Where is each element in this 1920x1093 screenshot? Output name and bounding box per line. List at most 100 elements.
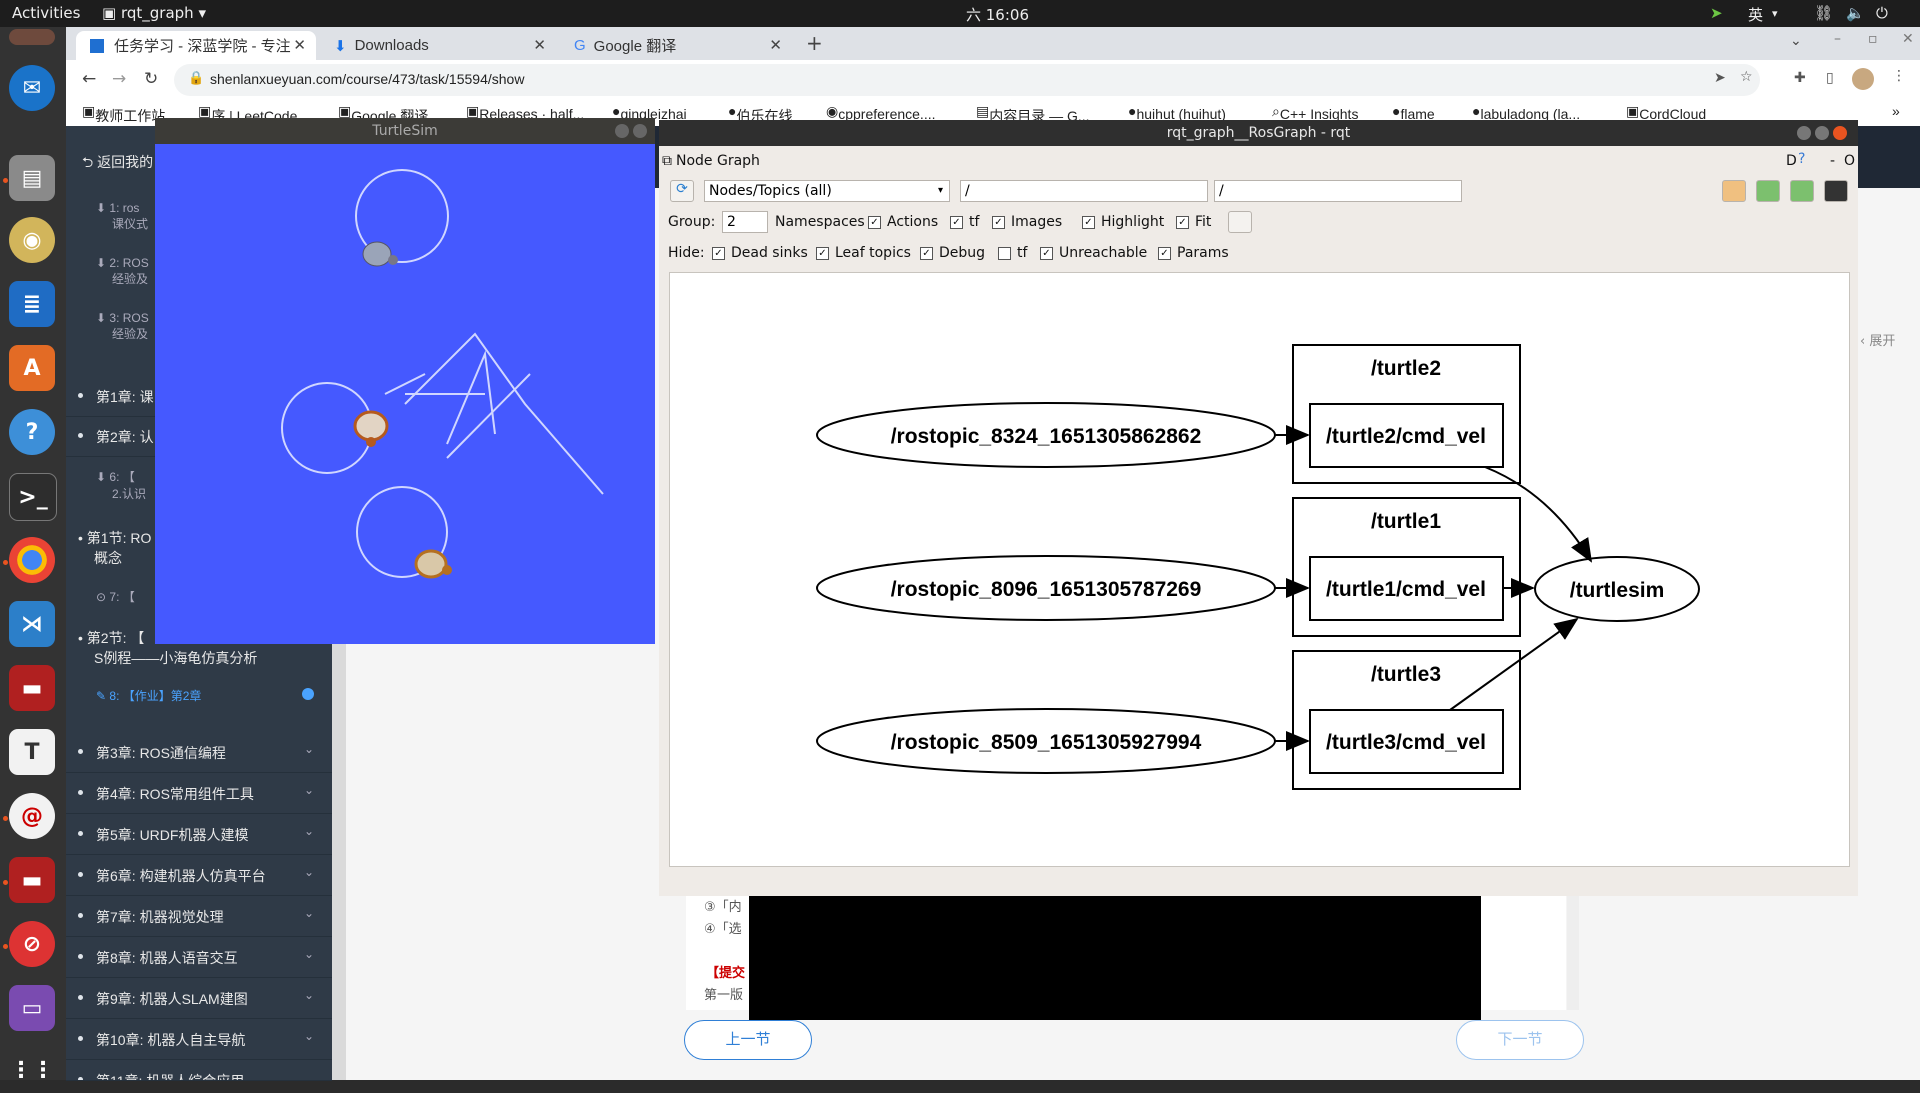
dock-chrome-icon[interactable]	[9, 537, 55, 583]
graph-mode-select[interactable]: Nodes/Topics (all) ▾	[704, 180, 950, 202]
chapter-item[interactable]: 第11章: 机器人综合应用	[66, 1060, 332, 1081]
bookmark-star-icon[interactable]: ☆	[1740, 69, 1753, 85]
chapter-item[interactable]: 第7章: 机器视觉处理 ⌄	[66, 896, 332, 937]
panel-dock-button[interactable]: D	[1786, 153, 1797, 169]
save-dot-icon[interactable]	[1756, 180, 1780, 202]
dock-app-red2-icon[interactable]: ▬	[9, 857, 55, 903]
bookmark-item[interactable]: ● labuladong (la...	[1472, 103, 1580, 122]
next-lesson-button[interactable]: 下一节	[1456, 1020, 1584, 1060]
dock-firefox-icon[interactable]	[9, 29, 55, 45]
power-icon[interactable]: ⏻	[1876, 4, 1888, 22]
expand-link[interactable]: ‹ 展开	[1860, 330, 1895, 349]
bookmark-item[interactable]: ● qingleizhai	[612, 103, 687, 122]
close-tab-icon[interactable]: ✕	[769, 36, 782, 54]
minimize-button[interactable]: –	[1834, 31, 1841, 47]
dock-remote-icon[interactable]: ▭	[9, 985, 55, 1031]
params-checkbox[interactable]: ✓ Params	[1158, 245, 1229, 261]
bookmark-item[interactable]: ▣ CordCloud	[1626, 103, 1706, 122]
bookmark-item[interactable]: ⌕ C++ Insights	[1272, 103, 1358, 122]
bookmark-item[interactable]: ▤ 内容目录 — G...	[976, 103, 1090, 124]
rqt-close-button[interactable]	[1833, 126, 1847, 140]
dock-help-icon[interactable]: ?	[9, 409, 55, 455]
network-icon[interactable]: ⛓	[1814, 4, 1833, 22]
forward-arrow-icon[interactable]: →	[112, 69, 126, 89]
images-checkbox[interactable]: ✓ Images	[992, 214, 1062, 230]
app-menu[interactable]: ▣ rqt_graph ▾	[102, 4, 206, 22]
lesson-item[interactable]: ⬇ 2: ROS 经验及	[96, 256, 149, 287]
node-filter-input[interactable]: /	[960, 180, 1208, 202]
back-link[interactable]: ⮌ 返回我的	[82, 152, 153, 176]
dock-app-block-icon[interactable]: ⊘	[9, 921, 55, 967]
send-icon[interactable]: ➤	[1710, 4, 1723, 22]
refresh-graph-icon[interactable]: ⟳	[670, 180, 694, 202]
share-icon[interactable]: ➤	[1714, 70, 1726, 86]
input-method[interactable]: 英	[1748, 4, 1763, 25]
close-tab-icon[interactable]: ✕	[293, 36, 306, 54]
chapter-item[interactable]: 第8章: 机器人语音交互 ⌄	[66, 937, 332, 978]
dead-sinks-checkbox[interactable]: ✓ Dead sinks	[712, 245, 808, 261]
turtlesim-minimize-button[interactable]	[615, 124, 629, 138]
sidepanel-icon[interactable]: ▯	[1826, 70, 1834, 86]
prev-lesson-button[interactable]: 上一节	[684, 1020, 812, 1060]
activities-button[interactable]: Activities	[12, 4, 80, 22]
chapter-item[interactable]: 第6章: 构建机器人仿真平台 ⌄	[66, 855, 332, 896]
save-svg-icon[interactable]	[1790, 180, 1814, 202]
bookmarks-overflow-icon[interactable]: »	[1892, 103, 1900, 119]
rqt-titlebar[interactable]: rqt_graph__RosGraph - rqt	[659, 120, 1858, 146]
turtlesim-close-button[interactable]	[633, 124, 647, 138]
volume-icon[interactable]: 🔈	[1846, 4, 1865, 22]
dock-typora-icon[interactable]: T	[9, 729, 55, 775]
chapter-item[interactable]: 第9章: 机器人SLAM建图 ⌄	[66, 978, 332, 1019]
maximize-button[interactable]: ▫	[1868, 31, 1878, 47]
close-window-button[interactable]: ✕	[1902, 31, 1914, 47]
chapter-item[interactable]: 第10章: 机器人自主导航 ⌄	[66, 1019, 332, 1060]
dock-thunderbird-icon[interactable]: ✉	[9, 65, 55, 111]
load-dot-icon[interactable]	[1722, 180, 1746, 202]
panel-close-icon[interactable]: O	[1844, 153, 1855, 169]
tab-search-icon[interactable]: ⌄	[1790, 33, 1802, 49]
section-item[interactable]: • 第1节: RO 概念	[78, 528, 151, 568]
bookmark-item[interactable]: ● 伯乐在线	[728, 103, 792, 124]
dock-vscode-icon[interactable]: ⋊	[9, 601, 55, 647]
dock-apps-grid-icon[interactable]: ⋮⋮	[9, 1047, 55, 1093]
tf-checkbox[interactable]: ✓ tf	[950, 214, 979, 230]
hide-tf-checkbox[interactable]: tf	[998, 245, 1027, 261]
menu-kebab-icon[interactable]: ⋮	[1892, 68, 1906, 84]
extensions-icon[interactable]: ✚	[1794, 70, 1806, 86]
profile-avatar[interactable]	[1852, 68, 1874, 90]
dock-files-icon[interactable]: ▤	[9, 155, 55, 201]
save-image-icon[interactable]	[1824, 180, 1848, 202]
new-tab-button[interactable]: +	[806, 31, 823, 55]
tab-downloads[interactable]: ⬇ Downloads ✕	[320, 31, 556, 60]
chapter-item[interactable]: 第3章: ROS通信编程 ⌄	[66, 732, 332, 773]
topic-filter-input[interactable]: /	[1214, 180, 1462, 202]
unreachable-checkbox[interactable]: ✓ Unreachable	[1040, 245, 1147, 261]
dock-writer-icon[interactable]: ≣	[9, 281, 55, 327]
lesson-item-active[interactable]: ✎ 8: 【作业】第2章	[96, 687, 201, 704]
bookmark-item[interactable]: ● flame	[1392, 103, 1435, 122]
rqt-minimize-button[interactable]	[1797, 126, 1811, 140]
dock-app-red-icon[interactable]: ▬	[9, 665, 55, 711]
bookmark-item[interactable]: ◉ cppreference....	[826, 103, 936, 122]
tab-shenlan[interactable]: 任务学习 - 深蓝学院 - 专注 ✕	[76, 31, 316, 60]
close-tab-icon[interactable]: ✕	[533, 36, 546, 54]
panel-minimize-icon[interactable]: -	[1830, 153, 1835, 169]
back-arrow-icon[interactable]: ←	[82, 69, 96, 89]
fit-checkbox[interactable]: ✓ Fit	[1176, 214, 1211, 230]
graph-canvas[interactable]: /turtle2 /turtle1 /turtle3 /turtle2/cmd_…	[669, 272, 1850, 867]
reload-icon[interactable]: ↻	[144, 69, 158, 89]
leaf-topics-checkbox[interactable]: ✓ Leaf topics	[816, 245, 911, 261]
lesson-item[interactable]: ⬇ 1: ros 课仪式	[96, 201, 148, 232]
video-player[interactable]	[749, 890, 1481, 1020]
lesson-item[interactable]: ⬇ 3: ROS 经验及	[96, 311, 149, 342]
clock[interactable]: 六 16:06	[966, 4, 1029, 25]
chapter-item[interactable]: 第4章: ROS常用组件工具 ⌄	[66, 773, 332, 814]
dock-terminal-icon[interactable]: >_	[9, 473, 57, 521]
url-bar[interactable]: 🔒 shenlanxueyuan.com/course/473/task/155…	[174, 64, 1760, 96]
dock-rhythmbox-icon[interactable]: ◉	[9, 217, 55, 263]
group-spinbox[interactable]: 2	[722, 211, 768, 233]
chapter-item[interactable]: 第5章: URDF机器人建模 ⌄	[66, 814, 332, 855]
actions-checkbox[interactable]: ✓ Actions	[868, 214, 938, 230]
highlight-checkbox[interactable]: ✓ Highlight	[1082, 214, 1164, 230]
content-scrollbar[interactable]	[1567, 880, 1579, 1010]
